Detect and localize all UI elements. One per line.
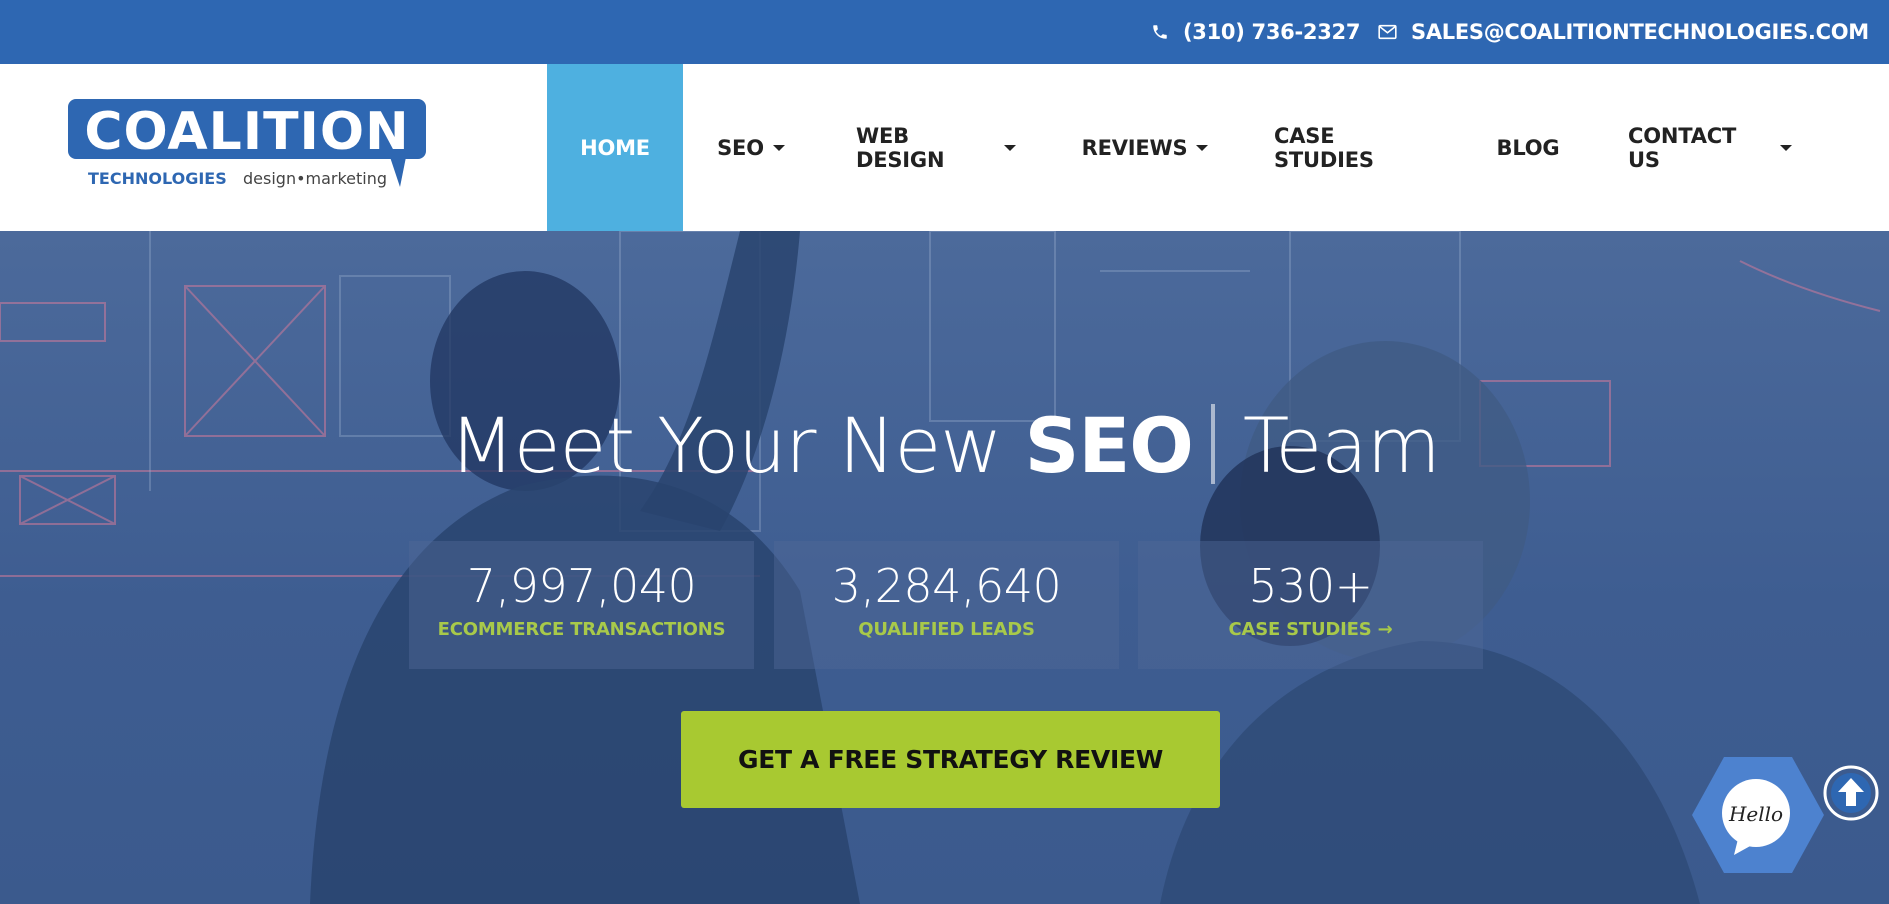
top-contact-bar: (310) 736-2327 SALES@COALITIONTECHNOLOGI…	[0, 0, 1889, 64]
nav-web-design[interactable]: WEB DESIGN	[856, 64, 1016, 231]
email-link[interactable]: SALES@COALITIONTECHNOLOGIES.COM	[1378, 0, 1869, 64]
logo-technologies: TECHNOLOGIES	[88, 169, 227, 188]
caret-down-icon	[772, 144, 785, 151]
nav-contact-us[interactable]: CONTACT US	[1628, 64, 1792, 231]
caret-down-icon	[1780, 144, 1792, 151]
logo-wordmark: COALITION	[84, 102, 409, 162]
nav-reviews[interactable]: REVIEWS	[1082, 64, 1209, 231]
hello-text: Hello	[1728, 802, 1783, 826]
phone-link[interactable]: (310) 736-2327	[1151, 0, 1360, 64]
phone-number: (310) 736-2327	[1183, 20, 1361, 44]
email-address: SALES@COALITIONTECHNOLOGIES.COM	[1411, 20, 1869, 44]
site-header: COALITION TECHNOLOGIES design•marketing …	[0, 64, 1889, 231]
free-strategy-review-button[interactable]: GET A FREE STRATEGY REVIEW	[681, 711, 1220, 808]
coalition-logo[interactable]: COALITION TECHNOLOGIES design•marketing	[68, 99, 426, 195]
stat-qualified-leads: 3,284,640 QUALIFIED LEADS	[774, 541, 1119, 669]
nav-blog[interactable]: BLOG	[1492, 64, 1564, 231]
caret-down-icon	[1004, 144, 1016, 151]
envelope-icon	[1378, 24, 1397, 40]
caret-down-icon	[1196, 144, 1209, 151]
stat-case-studies-link[interactable]: 530+ CASE STUDIES →	[1138, 541, 1483, 669]
nav-case-studies[interactable]: CASE STUDIES	[1274, 64, 1426, 231]
nav-seo[interactable]: SEO	[711, 64, 791, 231]
headline-divider	[1210, 404, 1215, 484]
hello-chat-widget[interactable]: Hello	[1690, 755, 1826, 875]
stat-ecommerce-transactions: 7,997,040 ECOMMERCE TRANSACTIONS	[409, 541, 754, 669]
nav-home[interactable]: HOME	[547, 64, 683, 231]
hero-section: Meet Your New SEO Team 7,997,040 ECOMMERC…	[0, 231, 1889, 904]
hero-headline: Meet Your New SEO Team	[449, 401, 1441, 490]
phone-icon	[1153, 25, 1167, 39]
arrow-up-circle-icon[interactable]	[1822, 764, 1880, 822]
logo-tagline: design•marketing	[243, 169, 387, 188]
